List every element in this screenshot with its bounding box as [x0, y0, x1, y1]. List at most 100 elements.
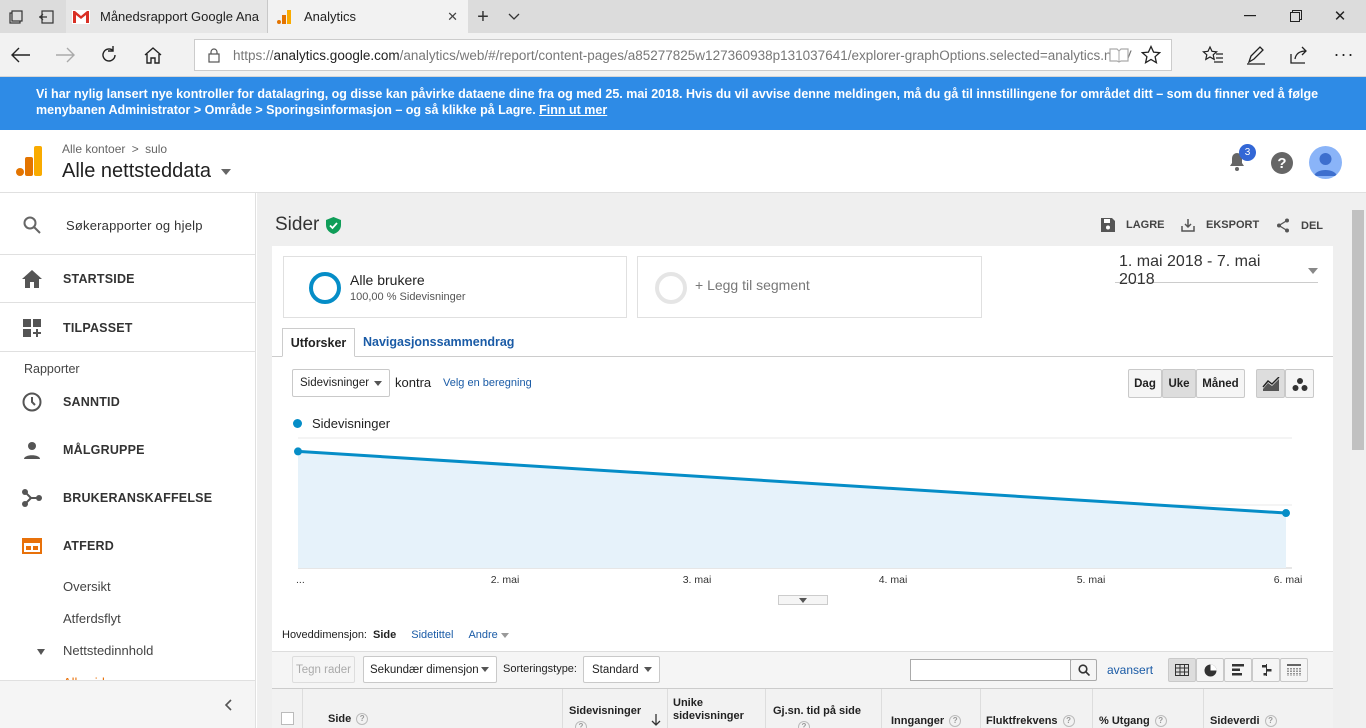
forward-icon[interactable] [54, 44, 76, 66]
view-performance-button[interactable] [1224, 658, 1252, 682]
column-utgang[interactable]: % Utgang? [1099, 715, 1167, 728]
granularity-week-button[interactable]: Uke [1162, 369, 1196, 398]
tab-navigasjonssammendrag[interactable]: Navigasjonssammendrag [363, 335, 514, 349]
chart-expand-handle[interactable] [778, 595, 828, 605]
advanced-filter-link[interactable]: avansert [1107, 663, 1153, 677]
table-search-button[interactable] [1070, 659, 1097, 681]
dashboard-icon [22, 318, 42, 338]
sidebar-subitem-oversikt[interactable]: Oversikt [63, 579, 111, 594]
share-browser-icon[interactable] [1288, 44, 1310, 66]
tab-analytics[interactable]: Analytics ✕ [268, 0, 468, 33]
set-aside-tabs-icon[interactable] [38, 9, 54, 25]
reading-view-icon[interactable] [1108, 44, 1130, 66]
line-chart-mode-button[interactable] [1256, 369, 1285, 398]
sidebar-item-label: BRUKERANSKAFFELSE [63, 491, 213, 505]
new-tab-icon[interactable]: + [474, 6, 492, 28]
caret-down-icon [500, 632, 509, 638]
tab-actions-icon[interactable] [8, 9, 24, 25]
share-button[interactable]: DEL [1276, 218, 1323, 233]
page-scrollbar[interactable] [1350, 193, 1366, 728]
column-avg-time[interactable]: Gj.sn. tid på side? [773, 705, 861, 728]
tabs-baseline [272, 356, 1333, 357]
data-point[interactable] [294, 447, 302, 456]
sort-type-select[interactable]: Standard [583, 656, 660, 683]
column-divider [765, 689, 766, 728]
property-selector[interactable]: Alle nettsteddata [62, 160, 231, 183]
column-unike-sidevisninger[interactable]: Unike sidevisninger [673, 697, 753, 723]
sort-descending-icon[interactable] [651, 713, 661, 728]
breadcrumb-account[interactable]: sulo [145, 142, 167, 156]
granularity-day-button[interactable]: Dag [1128, 369, 1162, 398]
help-icon[interactable]: ? [1271, 152, 1293, 174]
sidebar-search[interactable]: Søkerapporter og hjelp [0, 215, 255, 235]
scrollbar-thumb[interactable] [1352, 210, 1364, 450]
help-icon[interactable]: ? [1264, 715, 1277, 728]
data-point[interactable] [1282, 509, 1290, 518]
tab-list-icon[interactable] [506, 9, 522, 25]
dimension-andre[interactable]: Andre [468, 629, 509, 641]
tab-utforsker[interactable]: Utforsker [282, 328, 355, 357]
tab-gmail[interactable]: Månedsrapport Google Ana [66, 0, 268, 33]
sidebar-item-tilpasset[interactable]: TILPASSET [0, 318, 255, 338]
column-sideverdi[interactable]: Sideverdi? [1210, 715, 1277, 728]
close-window-icon[interactable]: ✕ [1330, 7, 1350, 25]
help-icon[interactable]: ? [1062, 715, 1075, 728]
help-icon[interactable]: ? [1154, 715, 1167, 728]
expand-arrow-icon[interactable] [36, 647, 46, 657]
help-icon[interactable]: ? [949, 715, 962, 728]
sidebar-item-sanntid[interactable]: SANNTID [0, 392, 255, 412]
view-table-button[interactable] [1168, 658, 1196, 682]
sidebar-subitem-atferdsflyt[interactable]: Atferdsflyt [63, 611, 121, 626]
table-search-input[interactable] [910, 659, 1071, 681]
analytics-logo[interactable] [16, 146, 42, 176]
more-menu-icon[interactable]: ··· [1332, 43, 1356, 65]
banner-link[interactable]: Finn ut mer [539, 103, 607, 117]
view-pie-button[interactable] [1196, 658, 1224, 682]
notifications-button[interactable]: 3 [1228, 144, 1256, 174]
sidebar-item-startside[interactable]: STARTSIDE [0, 269, 255, 289]
refresh-icon[interactable] [98, 44, 120, 66]
close-tab-icon[interactable]: ✕ [447, 9, 458, 25]
plot-rows-button[interactable]: Tegn rader [292, 656, 355, 683]
column-sidevisninger[interactable]: Sidevisninger? [569, 705, 641, 728]
add-segment-card[interactable]: + Legg til segment [637, 256, 982, 318]
secondary-dimension-select[interactable]: Sekundær dimensjon [363, 656, 497, 683]
breadcrumb-separator: > [131, 142, 139, 156]
collapse-bar[interactable] [0, 680, 255, 728]
help-icon[interactable]: ? [798, 721, 810, 728]
help-icon[interactable]: ? [356, 713, 369, 726]
restore-icon[interactable] [1286, 8, 1306, 24]
segment-all-users[interactable]: Alle brukere 100,00 % Sidevisninger [283, 256, 627, 318]
back-icon[interactable] [10, 44, 32, 66]
sidebar-item-atferd[interactable]: ATFERD [0, 536, 255, 556]
granularity-month-button[interactable]: Måned [1196, 369, 1245, 398]
dimension-sidetittel[interactable]: Sidetittel [411, 629, 453, 641]
home-browser-icon[interactable] [142, 44, 164, 66]
select-all-checkbox[interactable] [281, 712, 294, 725]
favorites-hub-icon[interactable] [1202, 44, 1224, 66]
date-range-picker[interactable]: 1. mai 2018 - 7. mai 2018 [1115, 253, 1318, 288]
favorite-star-icon[interactable] [1140, 44, 1162, 66]
avatar[interactable] [1309, 146, 1342, 179]
sidebar-subitem-nettstedinnhold[interactable]: Nettstedinnhold [63, 643, 153, 658]
help-icon[interactable]: ? [575, 721, 587, 728]
sidebar-item-brukeranskaffelse[interactable]: BRUKERANSKAFFELSE [0, 488, 255, 508]
column-side[interactable]: Side? [328, 713, 369, 726]
view-pivot-button[interactable] [1280, 658, 1308, 682]
choose-metric-link[interactable]: Velg en beregning [443, 377, 532, 389]
save-icon [1101, 218, 1115, 232]
address-bar[interactable]: https://analytics.google.com/analytics/w… [194, 39, 1172, 71]
export-button[interactable]: EKSPORT [1181, 218, 1259, 232]
save-button[interactable]: LAGRE [1101, 218, 1165, 232]
sort-type-value: Standard [592, 663, 639, 676]
web-note-icon[interactable] [1245, 44, 1267, 66]
sidebar-item-malgruppe[interactable]: MÅLGRUPPE [0, 440, 255, 460]
column-fluktfrekvens[interactable]: Fluktfrekvens? [986, 715, 1075, 728]
breadcrumb-root[interactable]: Alle kontoer [62, 142, 125, 156]
minimize-icon[interactable] [1240, 8, 1260, 24]
motion-chart-mode-button[interactable] [1285, 369, 1314, 398]
metric-select[interactable]: Sidevisninger [292, 369, 390, 397]
view-comparison-button[interactable] [1252, 658, 1280, 682]
column-innganger[interactable]: Innganger? [891, 715, 962, 728]
dimension-side[interactable]: Side [373, 629, 396, 641]
